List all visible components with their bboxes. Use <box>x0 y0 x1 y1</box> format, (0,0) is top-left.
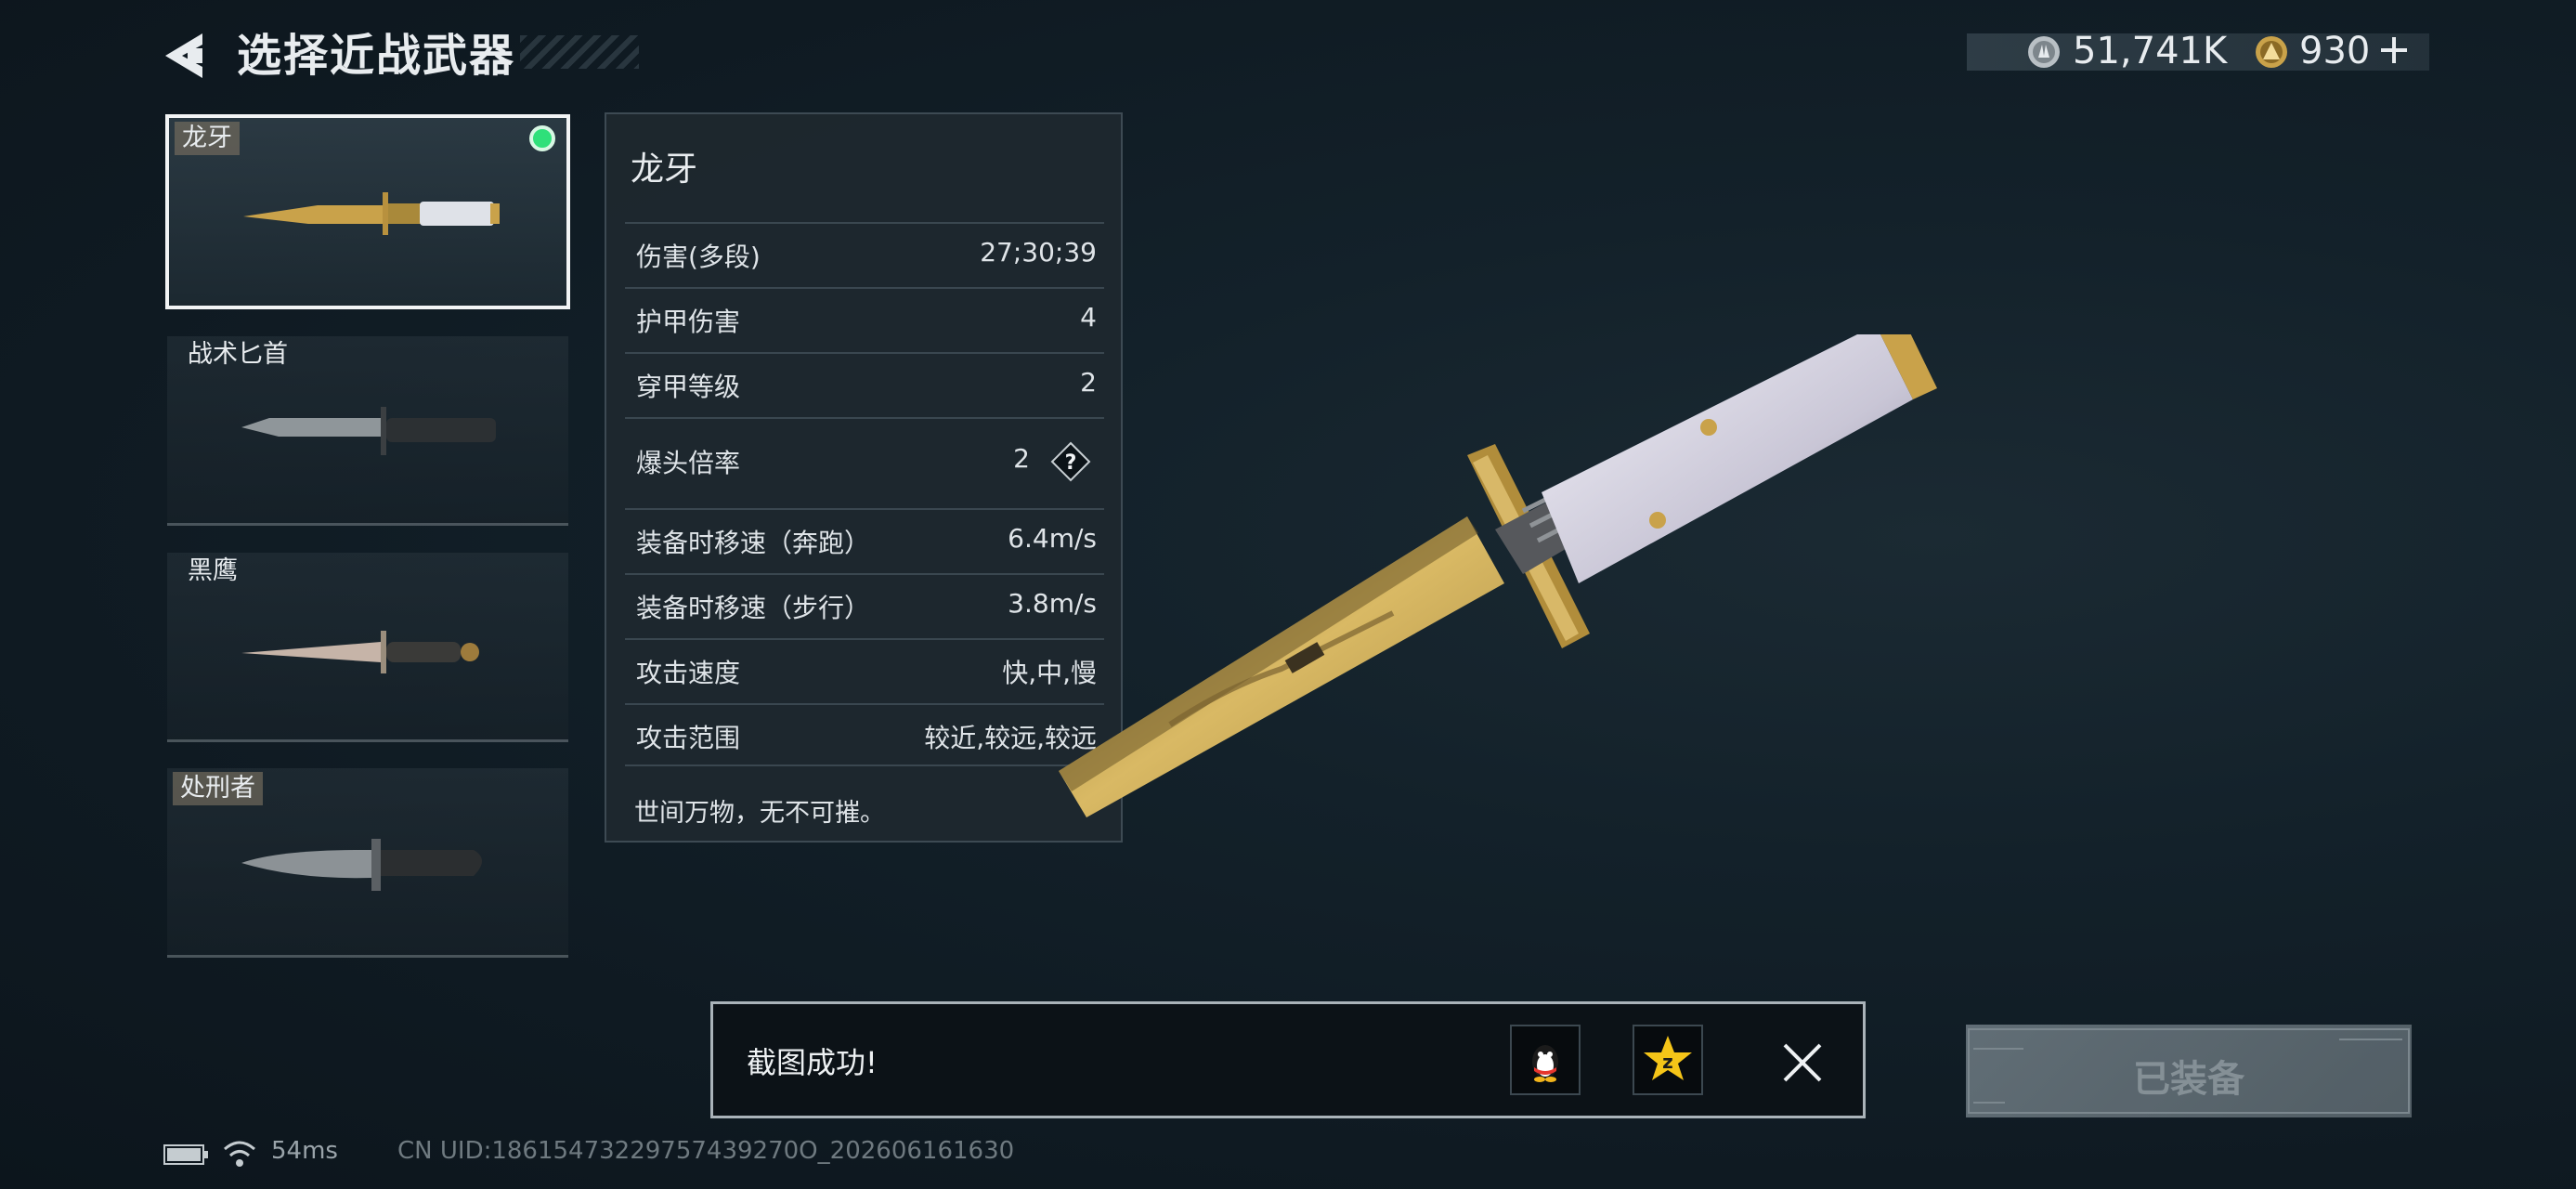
stat-value: 27;30;39 <box>980 237 1097 268</box>
wifi-icon <box>224 1141 255 1167</box>
back-arrow-icon <box>165 33 202 78</box>
back-button[interactable] <box>160 28 215 84</box>
gold-knife-thumbnail-icon <box>243 192 500 235</box>
silver-coin-icon <box>2027 35 2061 69</box>
equipped-button-label: 已装备 <box>2133 1058 2244 1101</box>
screenshot-toast: 截图成功! z <box>710 1001 1866 1118</box>
stat-row-penetration: 穿甲等级 2 <box>625 352 1104 415</box>
qzone-star-icon: z <box>1644 1036 1692 1080</box>
weapon-card-dragon-fang[interactable]: 龙牙 <box>165 114 570 309</box>
dragon-fang-knife-render <box>1059 334 1937 817</box>
gold-amount: 930 <box>2299 30 2371 72</box>
stat-label: 装备时移速（步行） <box>636 593 871 623</box>
qq-penguin-icon <box>1532 1045 1558 1082</box>
ping-readout: 54ms <box>271 1137 338 1165</box>
weapon-description: 世间万物，无不可摧。 <box>634 799 885 828</box>
weapon-card-label: 黑鹰 <box>188 556 238 585</box>
share-qzone-button[interactable]: z <box>1633 1025 1703 1095</box>
stat-row-armor-damage: 护甲伤害 4 <box>625 287 1104 350</box>
weapon-card-label: 龙牙 <box>175 122 240 155</box>
stat-row-attack-range: 攻击范围 较近,较远,较远 <box>625 703 1104 766</box>
stat-label: 伤害(多段) <box>636 242 761 272</box>
add-currency-icon[interactable] <box>2375 32 2413 69</box>
equipped-button[interactable]: 已装备 <box>1966 1025 2412 1117</box>
stat-label: 装备时移速（奔跑） <box>636 528 871 558</box>
stat-value: 4 <box>1080 302 1097 333</box>
stats-title: 龙牙 <box>631 150 698 189</box>
stat-label: 爆头倍率 <box>636 448 741 478</box>
weapon-card-label: 战术匕首 <box>188 340 288 369</box>
weapon-card-black-hawk[interactable]: 黑鹰 <box>167 553 568 742</box>
stat-row-walk-speed: 装备时移速（步行） 3.8m/s <box>625 573 1104 636</box>
stat-label: 攻击速度 <box>636 658 741 688</box>
silver-amount: 51,741K <box>2073 30 2228 72</box>
weapon-stats-panel: 龙牙 伤害(多段) 27;30;39 护甲伤害 4 穿甲等级 2 爆头倍率 2 … <box>605 112 1123 843</box>
title-decoration <box>520 35 639 69</box>
stat-row-damage: 伤害(多段) 27;30;39 <box>625 222 1104 285</box>
weapon-card-tactical-dagger[interactable]: 战术匕首 <box>167 336 568 526</box>
stat-label: 攻击范围 <box>636 723 741 753</box>
page-title: 选择近战武器 <box>237 30 516 82</box>
battery-icon <box>163 1144 208 1165</box>
weapon-card-label: 处刑者 <box>173 772 263 805</box>
black-hawk-thumbnail-icon <box>241 631 479 673</box>
svg-text:z: z <box>1662 1051 1673 1073</box>
executioner-thumbnail-icon <box>241 839 482 891</box>
tactical-dagger-thumbnail-icon <box>241 407 496 455</box>
stat-row-run-speed: 装备时移速（奔跑） 6.4m/s <box>625 508 1104 571</box>
user-uid: CN UID:18615473229757439270O_20260616163… <box>397 1137 1015 1165</box>
stat-label: 护甲伤害 <box>636 307 741 337</box>
close-icon[interactable] <box>1781 1041 1824 1084</box>
share-qq-button[interactable] <box>1510 1025 1581 1095</box>
gold-coin-icon <box>2255 35 2288 69</box>
toast-message: 截图成功! <box>747 1045 878 1080</box>
equipped-indicator-icon <box>529 125 555 151</box>
stat-value: 2 <box>1013 443 1030 474</box>
stat-row-headshot: 爆头倍率 2 ? <box>625 417 1104 506</box>
stat-row-attack-speed: 攻击速度 快,中,慢 <box>625 638 1104 701</box>
stat-label: 穿甲等级 <box>636 372 741 402</box>
weapon-card-executioner[interactable]: 处刑者 <box>167 768 568 958</box>
